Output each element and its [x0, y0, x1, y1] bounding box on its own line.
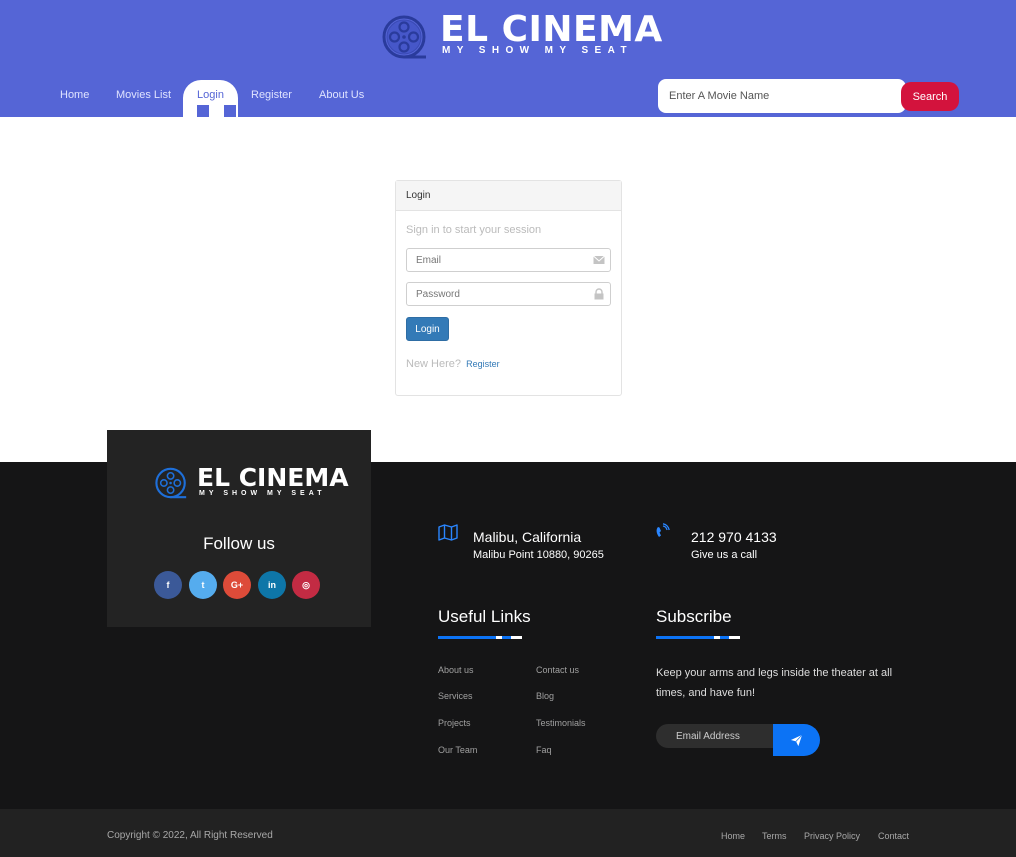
footer-brand-name: EL CINEMA	[197, 463, 349, 492]
bottom-link-contact[interactable]: Contact	[878, 831, 909, 841]
film-reel-icon	[382, 15, 426, 59]
register-link[interactable]: Register	[466, 359, 500, 369]
site-logo[interactable]: EL CINEMA MY SHOW MY SEAT	[382, 9, 662, 63]
useful-links-underline	[438, 636, 522, 639]
bottom-link-terms[interactable]: Terms	[762, 831, 787, 841]
nav-home[interactable]: Home	[60, 80, 89, 117]
lock-icon	[594, 288, 604, 300]
movie-search: Search	[658, 79, 960, 113]
film-reel-icon	[155, 467, 187, 499]
phone-number: 212 970 4133	[691, 529, 777, 545]
nav-about-us[interactable]: About Us	[319, 80, 364, 117]
twitter-icon[interactable]: t	[189, 571, 217, 599]
footer-link-blog[interactable]: Blog	[536, 691, 554, 701]
send-icon	[790, 734, 803, 746]
bottom-link-privacy-policy[interactable]: Privacy Policy	[804, 831, 860, 841]
login-panel-title: Login	[396, 181, 621, 211]
login-subtitle: Sign in to start your session	[406, 224, 542, 236]
footer-logo[interactable]: EL CINEMA MY SHOW MY SEAT	[155, 463, 349, 504]
footer-link-about-us[interactable]: About us	[438, 665, 474, 675]
footer-brand-card: EL CINEMA MY SHOW MY SEAT Follow us f t …	[107, 430, 371, 627]
brand-name: EL CINEMA	[440, 9, 663, 50]
email-input[interactable]	[407, 249, 587, 271]
useful-links-title: Useful Links	[438, 607, 531, 626]
copyright-text: Copyright © 2022, All Right Reserved	[107, 830, 273, 841]
movie-search-input[interactable]	[658, 79, 906, 113]
facebook-icon[interactable]: f	[154, 571, 182, 599]
login-panel: Login Sign in to start your session Logi…	[395, 180, 622, 396]
envelope-icon	[593, 255, 605, 264]
subscribe-title: Subscribe	[656, 607, 732, 626]
subscribe-send-button[interactable]	[773, 724, 820, 756]
footer-link-projects[interactable]: Projects	[438, 718, 471, 728]
location-address: Malibu Point 10880, 90265	[473, 549, 604, 561]
phone-info: 212 970 4133 Give us a call	[691, 529, 777, 561]
nav-movies-list[interactable]: Movies List	[116, 80, 171, 117]
new-here-text: New Here? Register	[406, 358, 500, 370]
footer-brand-tagline: MY SHOW MY SEAT	[199, 490, 326, 497]
email-field	[406, 248, 611, 272]
follow-us-title: Follow us	[203, 534, 275, 553]
site-header: EL CINEMA MY SHOW MY SEAT Home Movies Li…	[0, 0, 1016, 117]
footer-link-our-team[interactable]: Our Team	[438, 745, 477, 755]
brand-tagline: MY SHOW MY SEAT	[442, 45, 634, 56]
google-plus-icon[interactable]: G+	[223, 571, 251, 599]
location-title: Malibu, California	[473, 529, 582, 545]
footer-link-testimonials[interactable]: Testimonials	[536, 718, 586, 728]
nav-login[interactable]: Login	[183, 80, 238, 117]
password-field	[406, 282, 611, 306]
instagram-icon[interactable]: ◎	[292, 571, 320, 599]
phone-subtitle: Give us a call	[691, 549, 758, 561]
map-icon	[438, 524, 458, 541]
footer-link-contact-us[interactable]: Contact us	[536, 665, 579, 675]
new-here-label: New Here?	[406, 358, 462, 370]
subscribe-underline	[656, 636, 740, 639]
nav-register[interactable]: Register	[251, 80, 292, 117]
linkedin-icon[interactable]: in	[258, 571, 286, 599]
subscribe-email-input[interactable]	[656, 724, 786, 748]
subscribe-text: Keep your arms and legs inside the theat…	[656, 667, 893, 699]
location-info: Malibu, California Malibu Point 10880, 9…	[473, 529, 604, 561]
subscribe-form	[656, 724, 820, 756]
footer-link-faq[interactable]: Faq	[536, 745, 552, 755]
search-button[interactable]: Search	[901, 82, 959, 111]
footer-link-services[interactable]: Services	[438, 691, 473, 701]
login-button[interactable]: Login	[406, 317, 449, 341]
password-input[interactable]	[407, 283, 587, 305]
phone-icon	[656, 523, 670, 537]
bottom-link-home[interactable]: Home	[721, 831, 745, 841]
